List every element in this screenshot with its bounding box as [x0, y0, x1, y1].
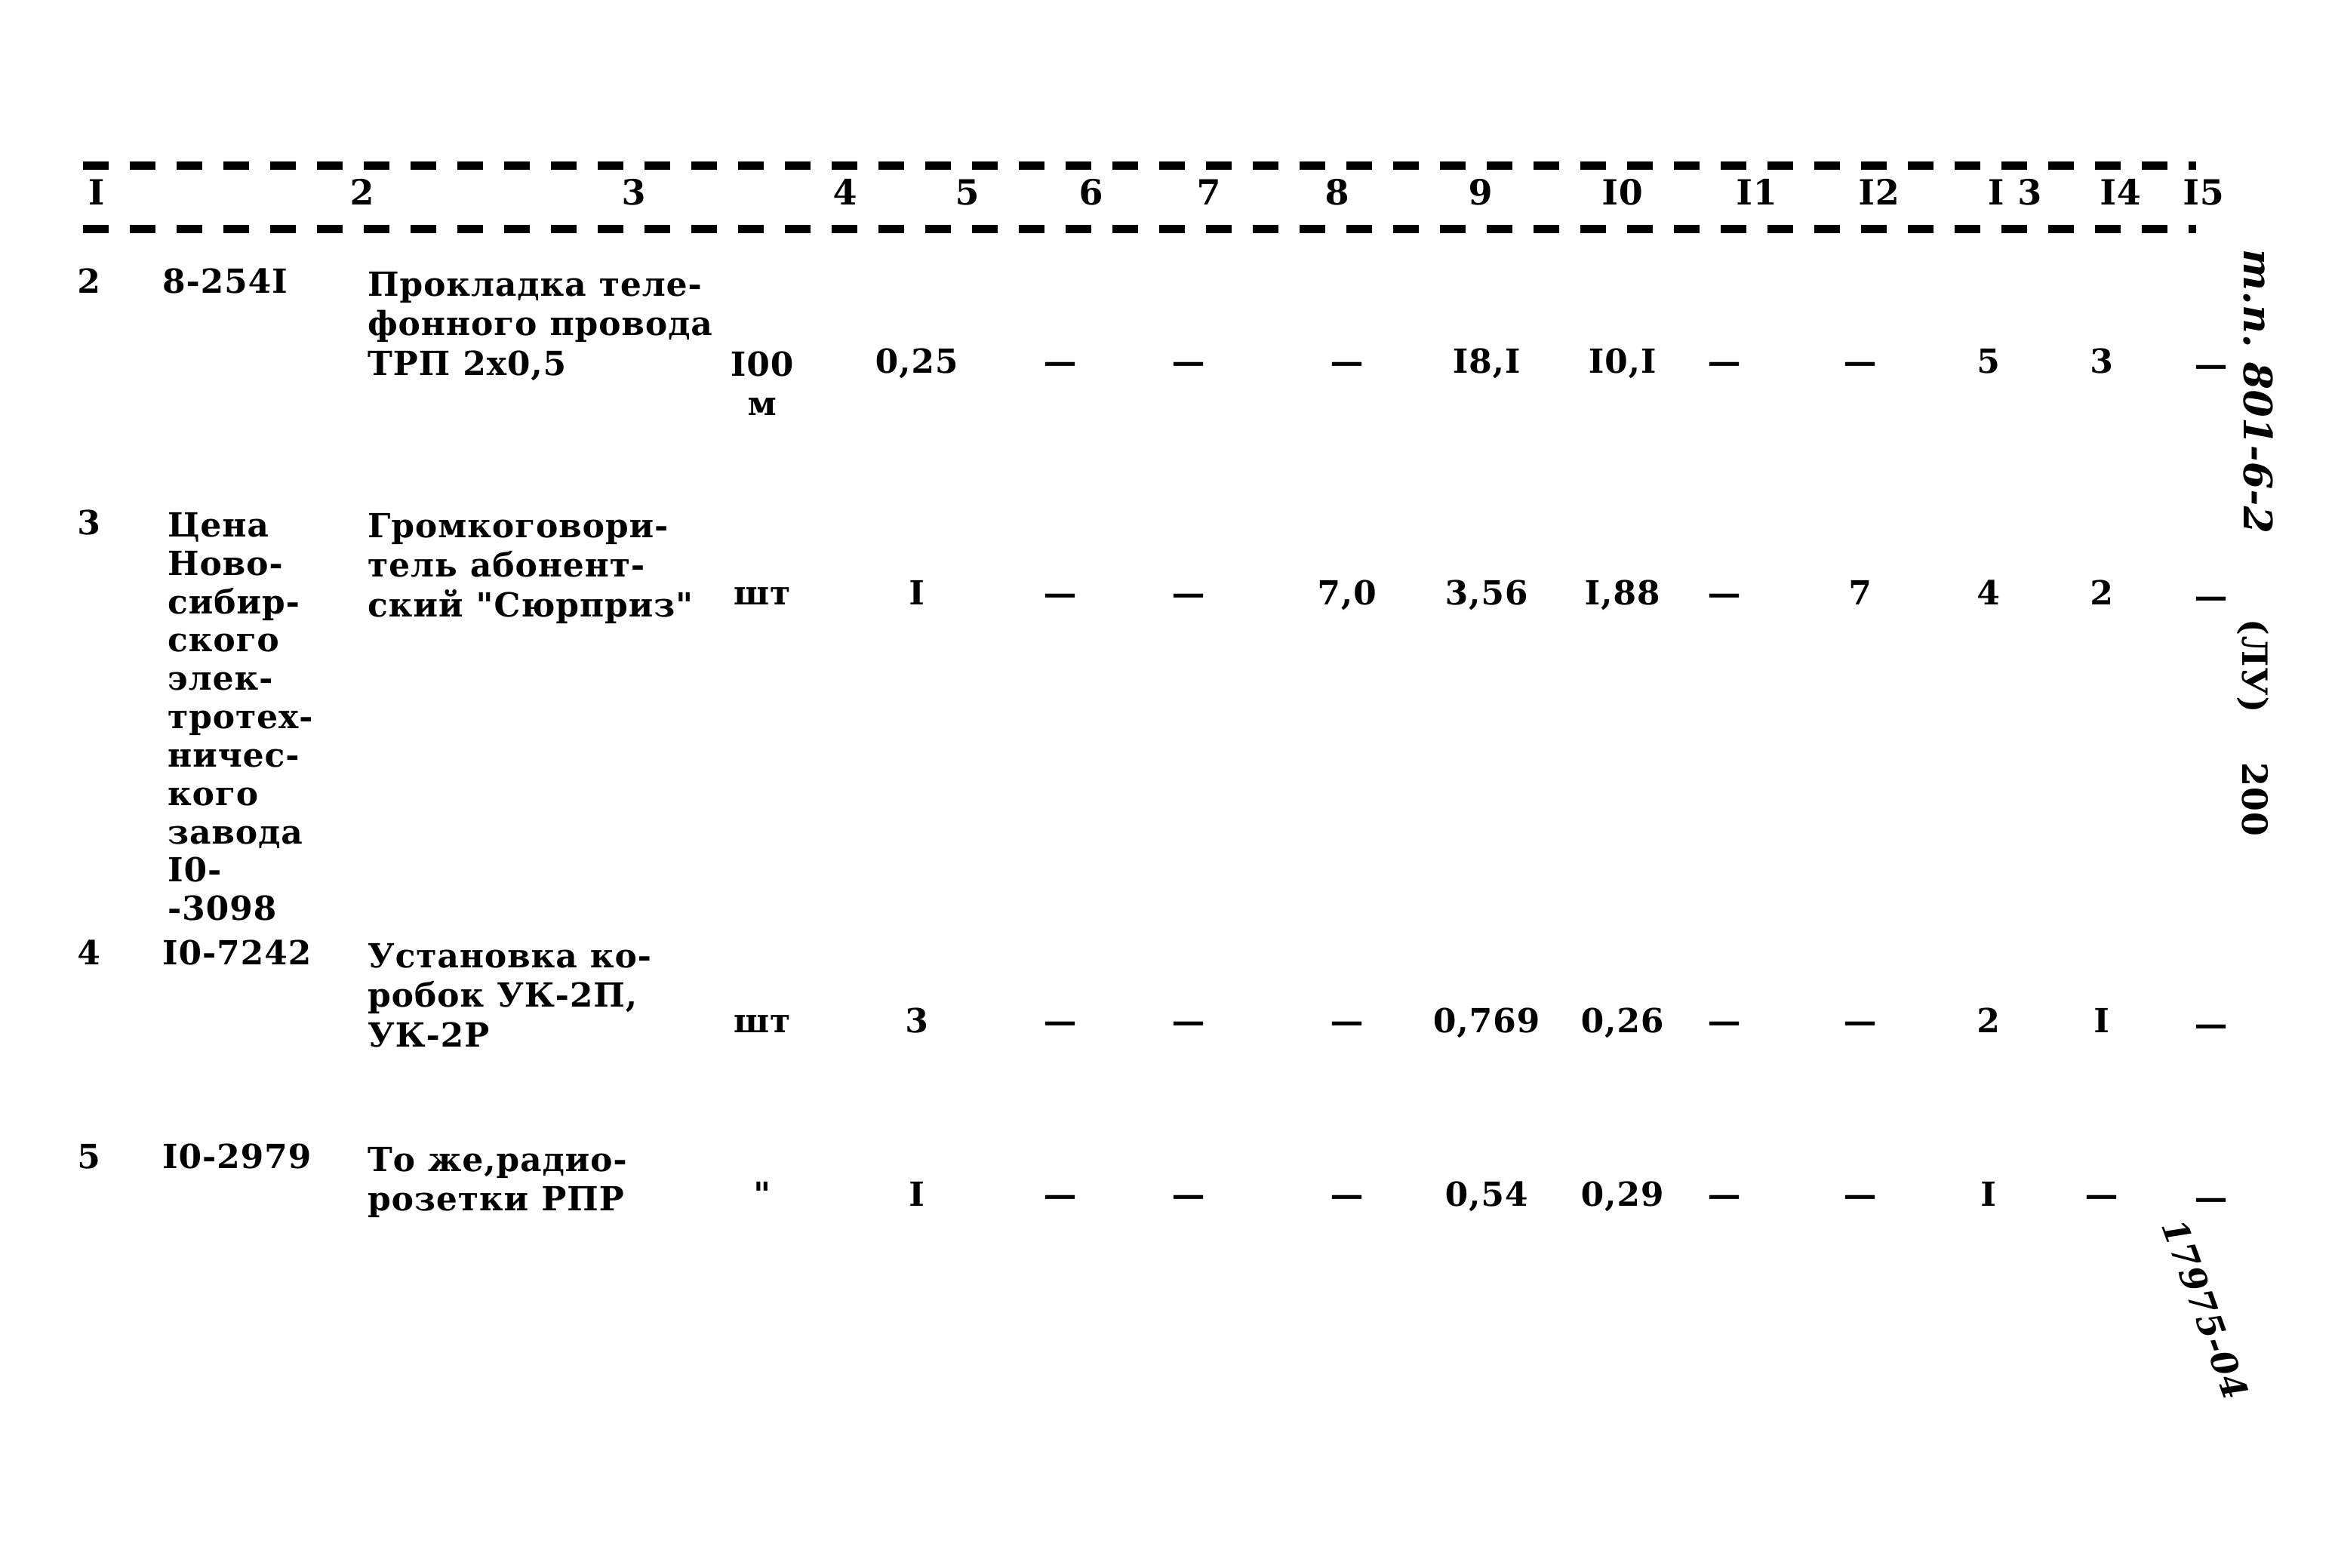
row-cell-c15: —	[2194, 346, 2229, 384]
row-cell-unit: I00 м	[730, 346, 795, 424]
column-header-9: 9	[1468, 172, 1494, 213]
row-cell-num: 3	[77, 504, 101, 543]
row-cell-code: Цена Ново- сибир- ского элек- тротех- ни…	[168, 506, 314, 929]
row-cell-num: 4	[77, 934, 101, 973]
row-cell-c6: —	[1043, 1176, 1078, 1214]
row-cell-c14: —	[2084, 1176, 2119, 1214]
row-cell-qty: I	[909, 1176, 925, 1214]
row-cell-c9: I8,I	[1452, 343, 1521, 381]
row-cell-c9: 0,769	[1432, 1002, 1541, 1041]
row-cell-c8: 7,0	[1317, 574, 1377, 613]
column-header-10: I0	[1601, 172, 1644, 213]
column-header-13: I 3	[1987, 172, 2043, 213]
row-cell-num: 2	[77, 263, 101, 301]
row-cell-qty: 3	[905, 1002, 929, 1041]
column-header-2: 2	[349, 172, 375, 213]
row-cell-c8: —	[1330, 1002, 1364, 1041]
header-dashed-rule-top	[83, 161, 2196, 170]
margin-note-code: т.п. 801-6-2	[2234, 249, 2280, 534]
row-cell-c6: —	[1043, 1002, 1078, 1041]
column-header-4: 4	[832, 172, 858, 213]
row-cell-c11: —	[1707, 1002, 1742, 1041]
row-cell-description: Прокладка теле- фонного провода ТРП 2х0,…	[368, 266, 713, 383]
row-cell-c10: I0,I	[1588, 343, 1657, 381]
margin-note-bottom-code: 17975-04	[2153, 1213, 2257, 1406]
row-cell-c10: 0,29	[1580, 1176, 1665, 1214]
row-cell-c14: 3	[2090, 343, 2114, 381]
document-page: I 2 3 4 5 6 7 8 9 I0 I1 I2 I 3 I4 I5 2 8…	[0, 0, 2335, 1568]
row-cell-c13: 2	[1977, 1002, 2001, 1041]
row-cell-c7: —	[1171, 1176, 1206, 1214]
row-cell-c11: —	[1707, 1176, 1742, 1214]
row-cell-c9: 0,54	[1444, 1176, 1529, 1214]
column-header-12: I2	[1858, 172, 1900, 213]
margin-page-number: 200	[2234, 762, 2275, 837]
row-cell-c13: I	[1980, 1176, 1997, 1214]
column-header-14: I4	[2100, 172, 2142, 213]
row-cell-c12: —	[1843, 343, 1878, 381]
row-cell-code: 8-254I	[162, 263, 288, 301]
row-cell-c7: —	[1171, 1002, 1206, 1041]
column-header-8: 8	[1324, 172, 1350, 213]
row-cell-c14: 2	[2090, 574, 2114, 613]
row-cell-c13: 4	[1977, 574, 2001, 613]
row-cell-c15: —	[2194, 1179, 2229, 1217]
row-cell-c6: —	[1043, 343, 1078, 381]
row-cell-c10: 0,26	[1580, 1002, 1665, 1041]
row-cell-unit: шт	[733, 574, 792, 613]
row-cell-c6: —	[1043, 574, 1078, 613]
row-cell-unit: шт	[733, 1002, 792, 1041]
row-cell-c14: I	[2094, 1002, 2110, 1041]
row-cell-c10: I,88	[1584, 574, 1661, 613]
row-cell-c8: —	[1330, 343, 1364, 381]
row-cell-code: I0-7242	[162, 934, 312, 973]
row-cell-c7: —	[1171, 574, 1206, 613]
row-cell-c11: —	[1707, 574, 1742, 613]
column-header-6: 6	[1078, 172, 1104, 213]
column-header-15: I5	[2183, 172, 2225, 213]
row-cell-c12: 7	[1848, 574, 1872, 613]
table-header: I 2 3 4 5 6 7 8 9 I0 I1 I2 I 3 I4 I5	[83, 161, 2224, 237]
row-cell-c12: —	[1843, 1002, 1878, 1041]
row-cell-c11: —	[1707, 343, 1742, 381]
margin-note-lu: (ЛУ)	[2234, 619, 2275, 714]
row-cell-qty: I	[909, 574, 925, 613]
header-dashed-rule-bottom	[83, 225, 2196, 233]
column-header-1: I	[88, 172, 106, 213]
column-header-3: 3	[621, 172, 647, 213]
row-cell-c15: —	[2194, 1005, 2229, 1044]
row-cell-code: I0-2979	[162, 1138, 312, 1176]
row-cell-qty: 0,25	[875, 343, 959, 381]
row-cell-c8: —	[1330, 1176, 1364, 1214]
column-header-5: 5	[955, 172, 980, 213]
row-cell-c7: —	[1171, 343, 1206, 381]
row-cell-c15: —	[2194, 577, 2229, 616]
row-cell-c12: —	[1843, 1176, 1878, 1214]
row-cell-num: 5	[77, 1138, 101, 1176]
column-header-11: I1	[1736, 172, 1778, 213]
row-cell-c13: 5	[1977, 343, 2001, 381]
row-cell-unit: "	[753, 1176, 771, 1214]
column-header-7: 7	[1196, 172, 1222, 213]
row-cell-c9: 3,56	[1444, 574, 1529, 613]
